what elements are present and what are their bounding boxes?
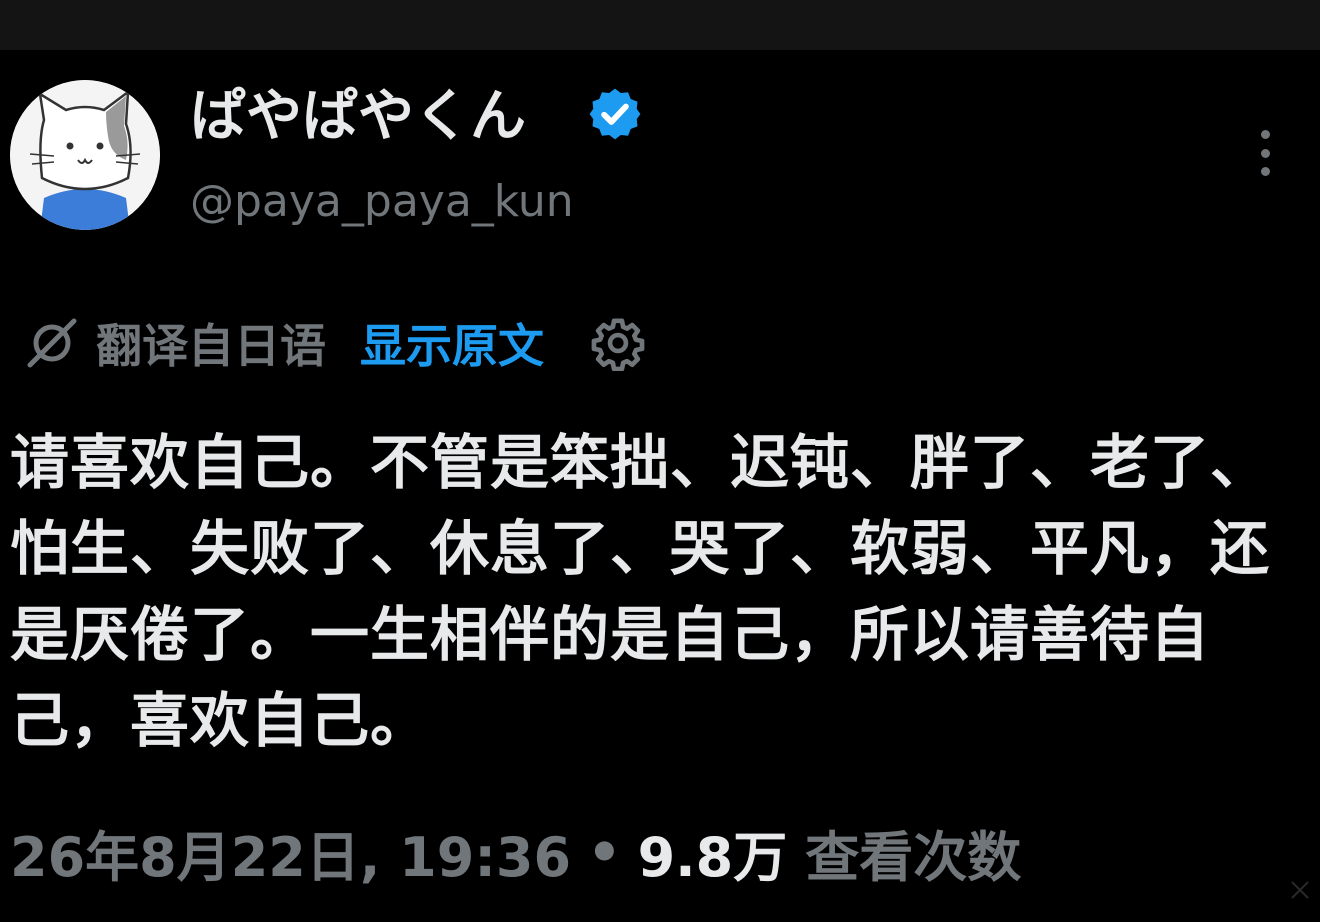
translation-bar: 翻译自日语 显示原文 <box>20 308 646 378</box>
corner-icon <box>1291 881 1309 899</box>
more-dot-icon <box>1260 167 1270 176</box>
cat-avatar-icon <box>10 80 160 230</box>
tweet-meta: 26年8月22日, 19:36 • 9.8万 查看次数 <box>10 812 1021 892</box>
show-original-link[interactable]: 显示原文 <box>360 310 544 376</box>
tweet-text: 请喜欢自己。不管是笨拙、迟钝、胖了、老了、怕生、失败了、休息了、哭了、软弱、平凡… <box>10 428 1271 755</box>
display-name[interactable]: ぱやぱやくん <box>190 82 526 152</box>
more-options-button[interactable] <box>1248 126 1282 180</box>
view-count: 9.8万 <box>637 825 788 889</box>
view-count-label: 查看次数 <box>805 825 1022 889</box>
gear-icon[interactable] <box>590 315 646 371</box>
meta-separator: • <box>587 820 622 884</box>
translated-from-label: 翻译自日语 <box>96 319 326 373</box>
more-dot-icon <box>1260 130 1270 139</box>
top-strip <box>0 0 1320 50</box>
verified-badge-icon <box>589 88 641 140</box>
more-dot-icon <box>1260 148 1270 158</box>
user-handle[interactable]: @paya_paya_kun <box>190 172 574 232</box>
post-timestamp[interactable]: 26年8月22日, 19:36 <box>10 813 571 892</box>
avatar[interactable] <box>10 80 160 230</box>
translate-icon <box>27 318 77 368</box>
